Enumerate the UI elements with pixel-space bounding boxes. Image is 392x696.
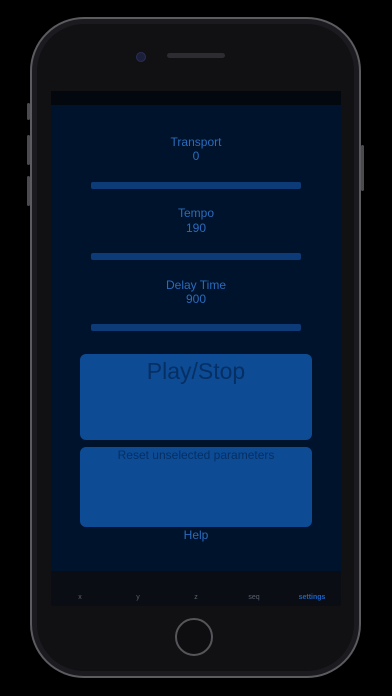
volume-down-button [27, 176, 30, 206]
power-button [361, 145, 364, 191]
front-camera [136, 52, 146, 62]
transport-slider[interactable] [91, 182, 301, 189]
tab-bar: x y z seq settings [51, 571, 341, 606]
home-button[interactable] [175, 618, 213, 656]
tab-settings[interactable]: settings [283, 594, 341, 606]
tab-seq[interactable]: seq [225, 594, 283, 606]
tempo-label: Tempo [177, 206, 215, 220]
play-stop-button[interactable]: Play/Stop [80, 354, 312, 440]
delay-time-slider[interactable] [91, 324, 301, 331]
tab-z[interactable]: z [167, 594, 225, 606]
delay-time-label: Delay Time [165, 278, 227, 292]
transport-value: 0 [192, 149, 200, 163]
status-bar [51, 91, 341, 105]
tempo-value: 190 [185, 221, 207, 235]
delay-time-value: 900 [185, 292, 207, 306]
volume-up-button [27, 135, 30, 165]
reset-parameters-button[interactable]: Reset unselected parameters [80, 447, 312, 527]
tempo-slider[interactable] [91, 253, 301, 260]
mute-switch [27, 103, 30, 120]
tab-y[interactable]: y [109, 594, 167, 606]
earpiece-speaker [167, 53, 225, 58]
help-link[interactable]: Help [51, 528, 341, 542]
transport-label: Transport [170, 135, 222, 149]
tab-x[interactable]: x [51, 594, 109, 606]
app-screen: Transport 0 Tempo 190 Delay Time 900 Pla… [51, 91, 341, 606]
